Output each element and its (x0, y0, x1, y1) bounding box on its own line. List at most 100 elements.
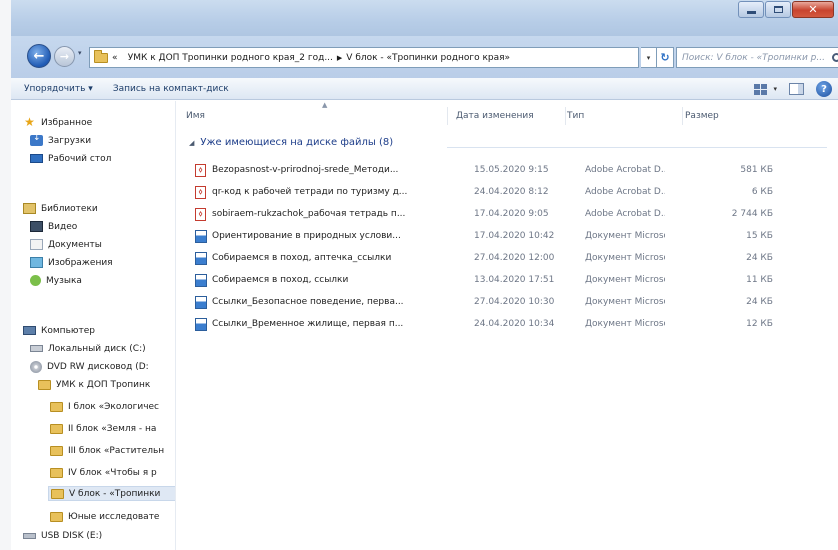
file-date: 27.04.2020 10:30 (474, 297, 555, 307)
file-name-cell: Ориентирование в природных услови... (195, 229, 457, 243)
column-header-type[interactable]: Тип (567, 107, 683, 125)
breadcrumb-segment[interactable]: V блок - «Тропинки родного края» (346, 53, 510, 63)
file-type: Adobe Acrobat D... (585, 209, 665, 219)
search-box (676, 47, 838, 68)
downloads-icon (30, 133, 43, 146)
folder-icon (50, 511, 63, 522)
nav-dvd-drive-d[interactable]: DVD RW дисковод (D: (30, 359, 149, 374)
nav-folder-block-3[interactable]: III блок «Растительн (50, 443, 164, 458)
file-name: Bezopasnost-v-prirodnoj-srede_Методи... (212, 165, 399, 175)
nav-libraries[interactable]: Библиотеки (23, 201, 98, 216)
documents-library-icon (30, 239, 43, 250)
nav-computer[interactable]: Компьютер (23, 323, 95, 338)
word-document-icon (195, 273, 207, 287)
file-size: 15 КБ (746, 231, 773, 241)
address-dropdown-button[interactable]: ▾ (641, 47, 657, 68)
file-row[interactable]: Собираемся в поход, ссылки 13.04.2020 17:… (195, 271, 775, 289)
column-header-date[interactable]: Дата изменения (456, 107, 566, 125)
video-library-icon (30, 221, 43, 232)
forward-button[interactable]: → (54, 46, 75, 67)
nav-downloads[interactable]: Загрузки (30, 133, 91, 148)
nav-folder-block-2[interactable]: II блок «Земля - на (50, 421, 156, 436)
file-date: 17.04.2020 10:42 (474, 231, 555, 241)
minimize-button[interactable] (738, 1, 764, 18)
search-input[interactable] (682, 52, 832, 63)
address-overflow-chevron[interactable]: « (112, 53, 118, 63)
music-library-icon (30, 275, 41, 286)
maximize-button[interactable] (765, 1, 791, 18)
nav-favorites[interactable]: ★ Избранное (23, 115, 92, 130)
folder-icon (50, 401, 63, 412)
maximize-icon (773, 6, 783, 13)
nav-folder-block-5[interactable]: V блок - «Тропинки (48, 486, 175, 501)
file-row[interactable]: ⬨ sobiraem-rukzachok_рабочая тетрадь п...… (195, 205, 775, 223)
file-row[interactable]: Ссылки_Временное жилище, первая п... 24.0… (195, 315, 775, 333)
usb-drive-icon (23, 532, 36, 539)
nav-label: Избранное (41, 117, 93, 128)
folder-icon (38, 379, 51, 390)
change-view-icon[interactable] (754, 83, 768, 95)
title-bar[interactable]: ✕ (11, 0, 838, 36)
organize-button[interactable]: Упорядочить ▾ (11, 84, 103, 94)
breadcrumb-separator-icon[interactable]: ▶ (337, 54, 342, 62)
nav-folder-umk[interactable]: УМК к ДОП Тропинк (38, 377, 150, 392)
back-button[interactable]: ← (27, 44, 51, 68)
change-view-dropdown[interactable]: ▾ (773, 85, 777, 93)
nav-folder-young-researchers[interactable]: Юные исследовате (50, 509, 159, 524)
file-name-cell: ⬨ qr-код к рабочей тетради по туризму д..… (195, 185, 457, 199)
file-row[interactable]: Ссылки_Безопасное поведение, перва... 27.… (195, 293, 775, 311)
nav-images[interactable]: Изображения (30, 255, 113, 270)
nav-desktop[interactable]: Рабочий стол (30, 151, 111, 166)
file-row[interactable]: Собираемся в поход, аптечка_ссылки 27.04.… (195, 249, 775, 267)
burn-to-disc-button[interactable]: Запись на компакт-диск (103, 84, 239, 94)
nav-documents[interactable]: Документы (30, 237, 102, 252)
dvd-drive-icon (30, 360, 42, 373)
file-name: Ориентирование в природных услови... (212, 231, 401, 241)
search-icon[interactable] (832, 53, 838, 62)
nav-label: Рабочий стол (48, 153, 112, 164)
help-icon[interactable]: ? (816, 81, 832, 97)
file-name: Собираемся в поход, аптечка_ссылки (212, 253, 392, 263)
file-name-cell: Ссылки_Безопасное поведение, перва... (195, 295, 457, 309)
pdf-file-icon: ⬨ (195, 185, 206, 199)
address-bar[interactable]: « УМК к ДОП Тропинки родного края_2 год.… (89, 47, 639, 68)
recent-pages-dropdown[interactable]: ▾ (78, 49, 82, 57)
images-library-icon (30, 257, 43, 268)
close-button[interactable]: ✕ (792, 1, 834, 18)
file-row[interactable]: ⬨ Bezopasnost-v-prirodnoj-srede_Методи...… (195, 161, 775, 179)
file-type: Документ Microso... (585, 319, 665, 329)
desktop-icon (30, 154, 43, 163)
column-header-name[interactable]: Имя (186, 107, 448, 125)
nav-label: V блок - «Тропинки (69, 488, 161, 499)
pdf-file-icon: ⬨ (195, 207, 206, 221)
nav-label: III блок «Растительн (68, 445, 165, 456)
minimize-icon (746, 11, 756, 14)
group-header[interactable]: ◢ Уже имеющиеся на диске файлы (8) (189, 137, 393, 148)
breadcrumb-segment[interactable]: УМК к ДОП Тропинки родного края_2 год... (128, 53, 333, 63)
refresh-button[interactable]: ↻ (657, 47, 674, 68)
nav-usb-disk-e[interactable]: USB DISK (E:) (23, 528, 102, 543)
file-size: 12 КБ (746, 319, 773, 329)
column-header-size[interactable]: Размер (685, 107, 765, 125)
nav-folder-block-4[interactable]: IV блок «Чтобы я р (50, 465, 157, 480)
nav-music[interactable]: Музыка (30, 273, 82, 288)
file-name: Ссылки_Временное жилище, первая п... (212, 319, 404, 329)
nav-video[interactable]: Видео (30, 219, 77, 234)
word-document-icon (195, 229, 207, 243)
toolbar-right-group: ▾ ? (754, 81, 832, 97)
word-document-icon (195, 317, 207, 331)
nav-folder-block-1[interactable]: I блок «Экологичес (50, 399, 159, 414)
nav-label: IV блок «Чтобы я р (68, 467, 157, 478)
file-size: 11 КБ (746, 275, 773, 285)
refresh-icon: ↻ (660, 51, 670, 64)
close-icon: ✕ (808, 3, 818, 16)
collapse-triangle-icon[interactable]: ◢ (189, 139, 194, 147)
file-row[interactable]: Ориентирование в природных услови... 17.0… (195, 227, 775, 245)
file-type: Adobe Acrobat D... (585, 187, 665, 197)
folder-icon (50, 445, 63, 456)
file-row[interactable]: ⬨ qr-код к рабочей тетради по туризму д..… (195, 183, 775, 201)
navigation-pane: ★ Избранное Загрузки Рабочий стол Библиот… (11, 101, 176, 550)
preview-pane-icon[interactable] (789, 83, 804, 95)
nav-local-disk-c[interactable]: Локальный диск (C:) (30, 341, 146, 356)
file-size: 24 КБ (746, 253, 773, 263)
